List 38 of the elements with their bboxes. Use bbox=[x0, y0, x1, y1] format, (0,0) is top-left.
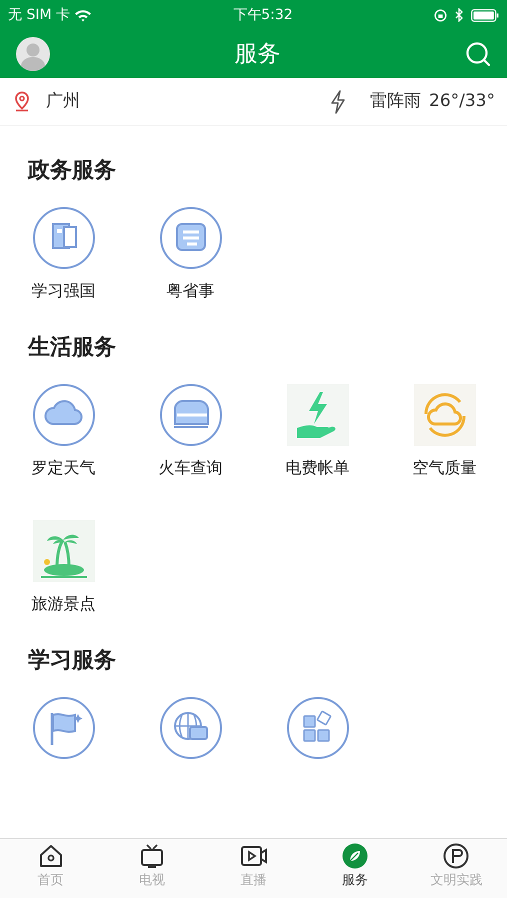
service-label[interactable]: 火车查询 bbox=[158, 456, 222, 480]
carrier-text: 无 SIM 卡 bbox=[8, 6, 70, 24]
globe-chat-icon[interactable] bbox=[160, 697, 222, 759]
tab-button[interactable]: 服务 bbox=[304, 839, 406, 898]
lock-rotation-icon bbox=[434, 8, 447, 22]
tv-icon bbox=[139, 843, 166, 869]
service-label[interactable]: 旅游景点 bbox=[32, 592, 96, 616]
video-camera-icon bbox=[240, 843, 268, 869]
service-label[interactable]: 罗定天气 bbox=[32, 456, 96, 480]
palm-island-icon[interactable] bbox=[32, 520, 94, 582]
location-pin-icon bbox=[14, 91, 30, 112]
document-icon[interactable] bbox=[160, 207, 222, 269]
section-title: 生活服务 bbox=[28, 334, 117, 362]
service-label[interactable]: 粤省事 bbox=[166, 279, 214, 303]
section-title: 学习服务 bbox=[28, 647, 117, 675]
city-text: 广州 bbox=[46, 90, 80, 113]
weather-condition: 雷阵雨 bbox=[370, 90, 421, 113]
temperature-text: 26°/33° bbox=[429, 90, 495, 113]
service-label[interactable]: 电费帐单 bbox=[286, 456, 350, 480]
train-icon[interactable] bbox=[160, 384, 222, 446]
status-time: 下午5:32 bbox=[233, 6, 293, 24]
service-label[interactable]: 空气质量 bbox=[412, 456, 476, 480]
wifi-icon bbox=[74, 8, 92, 22]
home-icon bbox=[38, 843, 64, 869]
cloud-cycle-icon[interactable] bbox=[414, 384, 476, 446]
service-label[interactable]: 学习强国 bbox=[32, 279, 96, 303]
flag-icon[interactable] bbox=[32, 697, 94, 759]
apps-icon[interactable] bbox=[286, 697, 348, 759]
battery-icon bbox=[470, 8, 499, 22]
lightning-icon bbox=[330, 90, 346, 114]
avatar-icon[interactable] bbox=[16, 37, 50, 71]
leaf-icon bbox=[342, 843, 368, 869]
search-icon[interactable] bbox=[465, 41, 491, 67]
hand-lightning-icon[interactable] bbox=[286, 384, 348, 446]
page-title: 服务 bbox=[234, 40, 280, 69]
section-title: 政务服务 bbox=[28, 157, 117, 185]
bluetooth-icon bbox=[454, 8, 463, 22]
cloud-icon[interactable] bbox=[32, 384, 94, 446]
